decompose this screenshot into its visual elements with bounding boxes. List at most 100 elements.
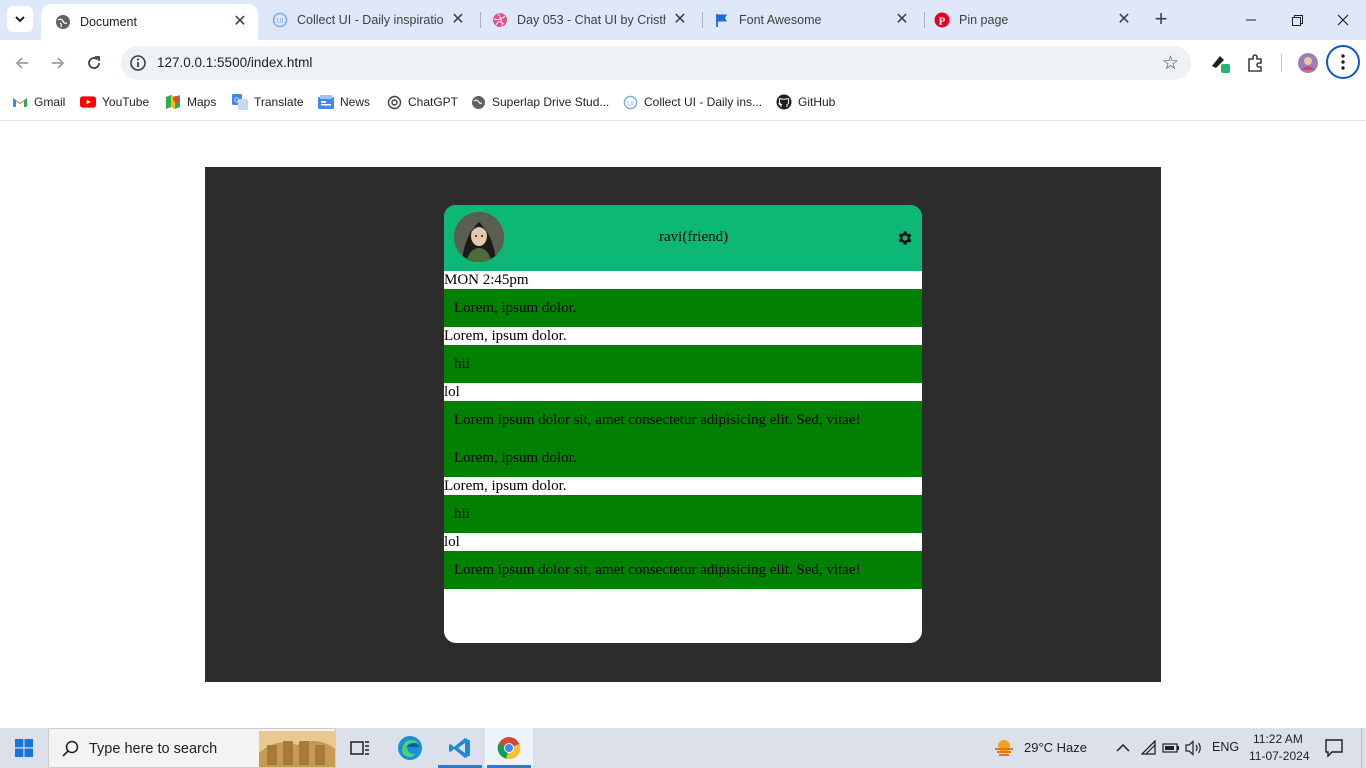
task-view-button[interactable]	[336, 728, 384, 768]
pinterest-icon: P	[934, 12, 950, 28]
taskbar-search-box[interactable]: Type here to search	[48, 728, 336, 768]
notifications-icon[interactable]	[1324, 738, 1344, 758]
message-received: Lorem ipsum dolor sit, amet consectetur …	[444, 551, 922, 589]
bookmark-news[interactable]: News	[318, 93, 370, 111]
bookmark-label: Translate	[254, 95, 304, 109]
close-icon[interactable]: ✕	[232, 14, 248, 30]
collectui-icon: UI	[272, 12, 288, 28]
tab-collect-ui[interactable]: UI Collect UI - Daily inspiration ✕	[262, 0, 476, 40]
message-list: MON 2:45pm Lorem, ipsum dolor. Lorem, ip…	[444, 271, 922, 589]
close-window-button[interactable]	[1320, 0, 1366, 40]
message-sent: lol	[444, 533, 922, 551]
address-bar[interactable]: 127.0.0.1:5500/index.html ☆	[121, 46, 1191, 80]
chat-window: ravi(friend) MON 2:45pm Lorem, ipsum dol…	[444, 205, 922, 643]
svg-text:P: P	[939, 16, 946, 28]
new-tab-button[interactable]: +	[1151, 8, 1171, 30]
tab-day-053[interactable]: Day 053 - Chat UI by Cristho ✕	[484, 0, 698, 40]
weather-text[interactable]: 29°C Haze	[1024, 740, 1087, 755]
profile-avatar[interactable]	[1297, 52, 1319, 74]
tab-separator	[924, 12, 925, 28]
minimize-icon	[1246, 19, 1256, 21]
bookmark-github[interactable]: GitHub	[776, 93, 835, 111]
gear-icon[interactable]	[896, 229, 914, 247]
search-icon	[62, 740, 79, 757]
info-icon[interactable]	[129, 54, 147, 72]
task-view-icon	[350, 741, 369, 755]
chrome-taskbar-button[interactable]	[485, 728, 533, 768]
bookmark-label: Collect UI - Daily ins...	[644, 95, 763, 109]
avatar[interactable]	[454, 212, 504, 262]
tab-separator	[480, 12, 481, 28]
tab-title: Document	[80, 15, 137, 29]
message-received: Lorem, ipsum dolor.	[444, 439, 922, 477]
start-button[interactable]	[0, 728, 48, 768]
tab-title: Day 053 - Chat UI by Cristho	[517, 13, 666, 27]
forward-button[interactable]	[46, 51, 70, 75]
close-icon[interactable]: ✕	[450, 12, 466, 28]
bookmark-star-icon[interactable]: ☆	[1162, 52, 1179, 75]
tab-font-awesome[interactable]: Font Awesome ✕	[706, 0, 920, 40]
svg-text:G: G	[234, 98, 239, 105]
vscode-icon	[449, 738, 470, 758]
extension-active-icon[interactable]	[1209, 52, 1231, 74]
back-button[interactable]	[10, 51, 34, 75]
clock-date[interactable]: 11-07-2024	[1249, 749, 1310, 763]
extensions-puzzle-icon[interactable]	[1244, 52, 1266, 74]
reload-icon	[88, 56, 100, 69]
globe-icon	[55, 14, 71, 30]
tab-strip: Document ✕ UI Collect UI - Daily inspira…	[0, 0, 1366, 40]
close-icon[interactable]: ✕	[894, 12, 910, 28]
bookmark-label: Superlap Drive Stud...	[492, 95, 610, 109]
vscode-taskbar-button[interactable]	[436, 728, 484, 768]
url-text[interactable]: 127.0.0.1:5500/index.html	[157, 55, 312, 70]
close-icon[interactable]: ✕	[672, 12, 688, 28]
edge-taskbar-button[interactable]	[386, 728, 434, 768]
bookmark-gmail[interactable]: Gmail	[12, 93, 65, 111]
kebab-menu-icon	[1341, 54, 1345, 70]
arrow-right-icon	[52, 57, 65, 69]
bookmark-translate[interactable]: G Translate	[232, 93, 304, 111]
weather-haze-icon[interactable]	[993, 737, 1015, 759]
translate-icon: G	[232, 94, 248, 110]
language-indicator[interactable]: ENG	[1212, 740, 1239, 754]
message-received: hii	[444, 345, 922, 383]
show-desktop-button[interactable]	[1361, 728, 1366, 768]
bookmark-label: News	[340, 95, 371, 109]
svg-text:UI: UI	[627, 100, 634, 107]
bookmark-maps[interactable]: Maps	[165, 93, 216, 111]
tab-document[interactable]: Document ✕	[41, 4, 258, 40]
chevron-up-icon[interactable]	[1114, 739, 1132, 757]
toolbar-divider	[1281, 54, 1282, 72]
tab-pin-page[interactable]: P Pin page ✕	[928, 0, 1142, 40]
message-received: Lorem, ipsum dolor.	[444, 289, 922, 327]
arrow-left-icon	[15, 57, 28, 69]
svg-text:UI: UI	[277, 18, 284, 25]
bookmark-label: Gmail	[34, 95, 66, 109]
chat-header: ravi(friend)	[444, 205, 922, 271]
restore-button[interactable]	[1274, 0, 1320, 40]
tab-search-button[interactable]	[7, 6, 33, 32]
bookmark-chatgpt[interactable]: ChatGPT	[386, 93, 458, 111]
clock-time[interactable]: 11:22 AM	[1253, 732, 1303, 746]
bookmark-collect-ui[interactable]: UI Collect UI - Daily ins...	[622, 93, 762, 111]
battery-icon[interactable]	[1162, 739, 1180, 757]
page-background: ravi(friend) MON 2:45pm Lorem, ipsum dol…	[205, 167, 1161, 682]
minimize-button[interactable]	[1228, 0, 1274, 40]
windows-icon	[15, 739, 33, 757]
browser-menu-button[interactable]	[1326, 45, 1360, 79]
volume-icon[interactable]	[1185, 739, 1203, 757]
collectui-icon: UI	[622, 94, 638, 110]
gmail-icon	[12, 94, 28, 110]
chevron-down-icon	[15, 16, 25, 23]
message-received: Lorem ipsum dolor sit, amet consectetur …	[444, 401, 922, 439]
windows-taskbar: Type here to search 29°C Haze ENG 11:22 …	[0, 728, 1366, 768]
bookmark-label: YouTube	[102, 95, 150, 109]
close-icon	[1337, 14, 1349, 26]
chrome-icon	[497, 737, 521, 760]
close-icon[interactable]: ✕	[1116, 12, 1132, 28]
reload-button[interactable]	[82, 51, 106, 75]
tab-title: Collect UI - Daily inspiration	[297, 13, 444, 27]
bookmark-youtube[interactable]: YouTube	[80, 93, 149, 111]
network-icon[interactable]	[1140, 739, 1158, 757]
bookmark-superlap[interactable]: Superlap Drive Stud...	[470, 93, 609, 111]
